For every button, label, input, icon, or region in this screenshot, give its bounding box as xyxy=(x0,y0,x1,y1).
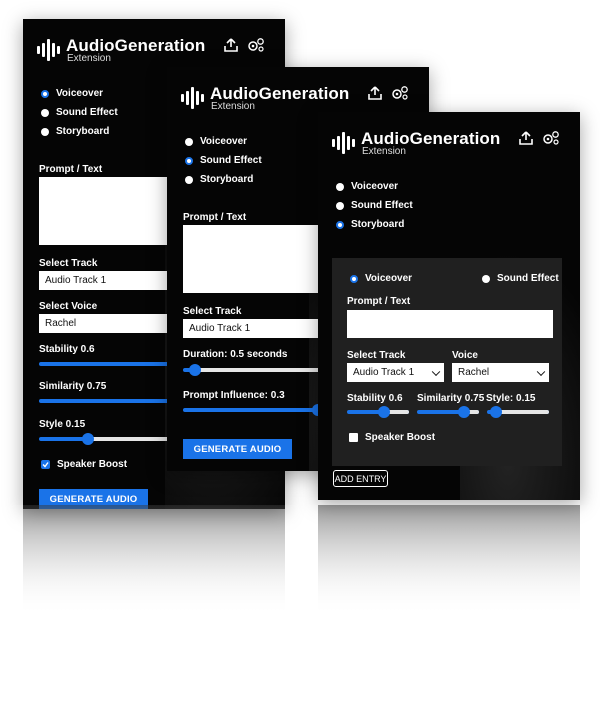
generate-audio-button[interactable]: GENERATE AUDIO xyxy=(183,439,292,459)
chevron-down-icon xyxy=(536,367,546,376)
mode-sound-effect[interactable]: Sound Effect xyxy=(336,200,413,211)
radio-icon xyxy=(41,127,49,136)
radio-icon xyxy=(185,156,193,165)
entry-track-select[interactable]: Audio Track 1 xyxy=(347,363,444,382)
voice-label: Select Voice xyxy=(39,301,98,312)
app-header: AudioGeneration Extension xyxy=(332,126,500,160)
entry-mode-sound-effect[interactable]: Sound Effect xyxy=(482,273,559,284)
brand-name: AudioGeneration xyxy=(66,35,206,55)
add-entry-button[interactable]: ADD ENTRY xyxy=(333,470,388,487)
brand-name: AudioGeneration xyxy=(210,83,350,103)
logo-icon xyxy=(37,39,60,61)
entry-style-slider[interactable] xyxy=(487,406,549,418)
entry-voice-select[interactable]: Rachel xyxy=(452,363,549,382)
entry-stability-label: Stability 0.6 xyxy=(347,393,403,404)
entry-style-label: Style: 0.15 xyxy=(486,393,536,404)
generate-audio-button[interactable]: GENERATE AUDIO xyxy=(39,489,148,509)
mode-storyboard[interactable]: Storyboard xyxy=(41,126,109,137)
radio-icon xyxy=(336,201,344,210)
mode-storyboard[interactable]: Storyboard xyxy=(185,174,253,185)
mode-voiceover[interactable]: Voiceover xyxy=(41,88,103,99)
brand-name: AudioGeneration xyxy=(361,128,501,148)
prompt-label: Prompt / Text xyxy=(183,212,247,223)
entry-track-label: Select Track xyxy=(347,350,406,361)
storyboard-entry: Voiceover Sound Effect Prompt / Text Sel… xyxy=(332,258,562,466)
entry-stability-slider[interactable] xyxy=(347,406,409,418)
influence-label: Prompt Influence: 0.3 xyxy=(183,390,285,401)
track-label: Select Track xyxy=(183,306,242,317)
mode-sound-effect[interactable]: Sound Effect xyxy=(185,155,262,166)
radio-icon xyxy=(41,89,49,98)
duration-label: Duration: 0.5 seconds xyxy=(183,349,288,360)
radio-icon xyxy=(185,137,193,146)
prompt-label: Prompt / Text xyxy=(39,164,103,175)
speaker-boost-checkbox[interactable]: Speaker Boost xyxy=(41,459,127,470)
panel-storyboard: AudioGeneration Extension Voiceover Soun… xyxy=(318,112,580,500)
mode-sound-effect[interactable]: Sound Effect xyxy=(41,107,118,118)
entry-voice-label: Voice xyxy=(452,350,478,361)
entry-prompt-label: Prompt / Text xyxy=(347,296,411,307)
app-header: AudioGeneration Extension xyxy=(181,81,349,115)
style-label: Style 0.15 xyxy=(39,419,86,430)
entry-speaker-boost-checkbox[interactable]: Speaker Boost xyxy=(349,432,435,443)
check-icon xyxy=(41,460,50,469)
entry-mode-voiceover[interactable]: Voiceover xyxy=(350,273,412,284)
settings-icon[interactable] xyxy=(542,130,560,146)
brand-sub: Extension xyxy=(362,145,406,157)
logo-icon xyxy=(181,87,204,109)
radio-icon xyxy=(350,274,358,283)
upload-icon[interactable] xyxy=(518,130,534,146)
similarity-label: Similarity 0.75 xyxy=(39,381,107,392)
logo-icon xyxy=(332,132,355,154)
brand-sub: Extension xyxy=(67,52,111,64)
entry-similarity-slider[interactable] xyxy=(417,406,479,418)
stability-label: Stability 0.6 xyxy=(39,344,95,355)
radio-icon xyxy=(41,108,49,117)
entry-prompt-textarea[interactable] xyxy=(347,310,553,338)
radio-icon xyxy=(336,182,344,191)
checkbox-icon xyxy=(349,433,358,442)
mode-voiceover[interactable]: Voiceover xyxy=(185,136,247,147)
mode-voiceover[interactable]: Voiceover xyxy=(336,181,398,192)
radio-icon xyxy=(185,175,193,184)
radio-icon xyxy=(336,220,344,229)
app-header: AudioGeneration Extension xyxy=(37,33,205,67)
radio-icon xyxy=(482,274,490,283)
settings-icon[interactable] xyxy=(391,85,409,101)
chevron-down-icon xyxy=(431,367,441,376)
mode-storyboard[interactable]: Storyboard xyxy=(336,219,404,230)
track-label: Select Track xyxy=(39,258,98,269)
reflection xyxy=(0,505,600,625)
settings-icon[interactable] xyxy=(247,37,265,53)
brand-sub: Extension xyxy=(211,100,255,112)
upload-icon[interactable] xyxy=(367,85,383,101)
upload-icon[interactable] xyxy=(223,37,239,53)
entry-similarity-label: Similarity 0.75 xyxy=(417,393,485,404)
